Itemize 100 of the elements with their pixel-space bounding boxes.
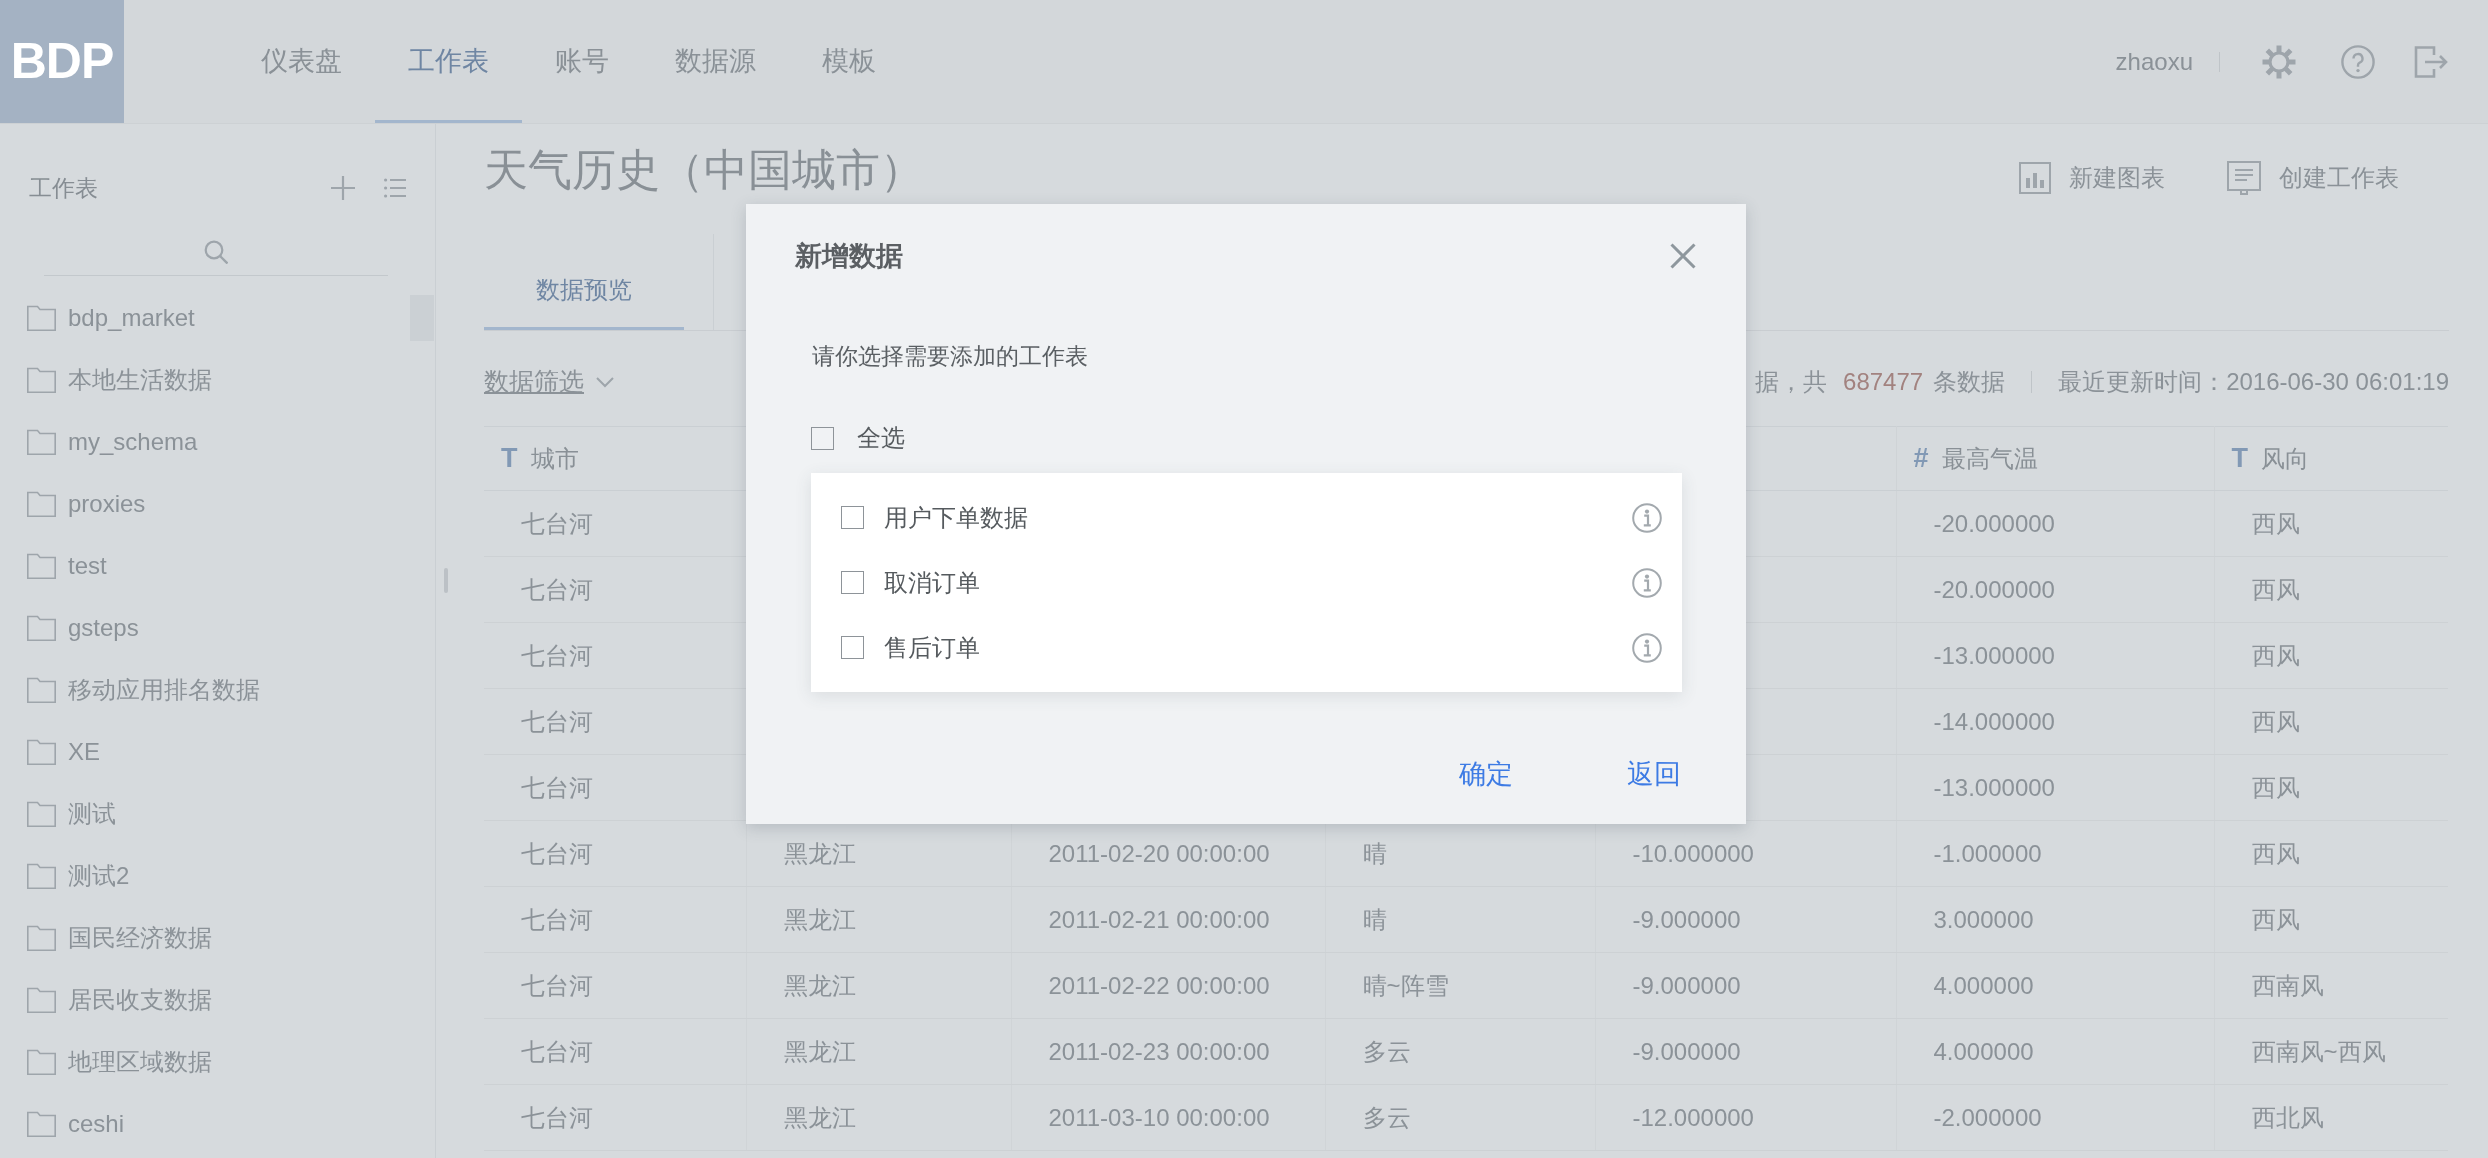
record-count-text: 据，共 <box>1755 367 1828 397</box>
nav-tab[interactable]: 工作表 <box>375 0 522 123</box>
sidebar-item[interactable]: 测试 <box>0 783 435 845</box>
table-cell: 西南风 <box>2251 971 2324 999</box>
table-cell: 2011-02-23 00:00:00 <box>1048 1037 1270 1065</box>
sidebar-item[interactable]: 移动应用排名数据 <box>0 659 435 721</box>
table-cell: 西风 <box>2251 905 2300 933</box>
nav-tab[interactable]: 模板 <box>789 0 909 123</box>
table-cell: 七台河 <box>521 971 593 999</box>
checkbox[interactable] <box>811 426 834 450</box>
help-icon[interactable] <box>2341 44 2375 79</box>
table-cell: 西风 <box>2251 575 2300 603</box>
table-cell: 2011-03-10 00:00:00 <box>1048 1103 1270 1131</box>
folder-icon <box>27 1111 56 1137</box>
table-cell: 晴~阵雪 <box>1362 971 1449 999</box>
sidebar-item[interactable]: proxies <box>0 473 435 535</box>
nav-tab[interactable]: 仪表盘 <box>228 0 375 123</box>
checkbox[interactable] <box>841 636 864 659</box>
table-cell: 西南风~西风 <box>2251 1037 2386 1065</box>
table-cell: 七台河 <box>521 1037 593 1065</box>
folder-icon <box>27 863 56 889</box>
table-cell: 2011-02-21 00:00:00 <box>1048 905 1270 933</box>
table-cell: -13.000000 <box>1933 641 2055 669</box>
sidebar-item[interactable]: test <box>0 535 435 597</box>
table-cell: -14.000000 <box>1933 707 2055 735</box>
settings-icon[interactable] <box>2262 44 2296 79</box>
table-cell: 西北风 <box>2251 1103 2324 1131</box>
column-type-icon: # <box>1913 443 1929 474</box>
sidebar-title: 工作表 <box>29 173 98 203</box>
info-icon[interactable] <box>1632 502 1662 533</box>
table-cell: -1.000000 <box>1933 839 2042 867</box>
table-cell: 2011-02-20 00:00:00 <box>1048 839 1270 867</box>
update-time-text: 最近更新时间：2016-06-30 06:01:19 <box>2058 367 2449 397</box>
user-name[interactable]: zhaoxu <box>2115 43 2193 80</box>
table-cell: 黑龙江 <box>783 1103 856 1131</box>
table-cell: -9.000000 <box>1632 971 1741 999</box>
column-type-icon: T <box>501 443 518 474</box>
sidebar-item[interactable]: gsteps <box>0 597 435 659</box>
document-icon <box>2227 161 2261 195</box>
checkbox-label: 用户下单数据 <box>884 502 1028 533</box>
checkbox[interactable] <box>841 506 864 529</box>
sidebar-item[interactable]: bdp_market <box>0 287 435 349</box>
table-cell: 西风 <box>2251 641 2300 669</box>
prompt-text: 请你选择需要添加的工作表 <box>812 342 1089 371</box>
dialog-button[interactable]: 确定 <box>1459 752 1513 796</box>
sidebar-item[interactable]: 居民收支数据 <box>0 969 435 1031</box>
folder-icon <box>27 553 56 579</box>
nav-tab[interactable]: 数据源 <box>642 0 789 123</box>
table-cell: 七台河 <box>521 641 593 669</box>
sidebar-item[interactable]: 国民经济数据 <box>0 907 435 969</box>
list-icon[interactable] <box>384 178 406 198</box>
toolbar-button[interactable]: 创建工作表 <box>2227 160 2399 196</box>
table-cell: 西风 <box>2251 707 2300 735</box>
sidebar-item[interactable]: 本地生活数据 <box>0 349 435 411</box>
folder-icon <box>27 615 56 641</box>
table-cell: -13.000000 <box>1933 773 2055 801</box>
table-cell: 黑龙江 <box>783 905 856 933</box>
nav-tab[interactable]: 账号 <box>522 0 642 123</box>
folder-icon <box>27 801 56 827</box>
table-cell: 七台河 <box>521 575 593 603</box>
sidebar-item[interactable]: my_schema <box>0 411 435 473</box>
table-cell: 2011-02-22 00:00:00 <box>1048 971 1270 999</box>
folder-icon <box>27 491 56 517</box>
table-cell: 多云 <box>1362 1103 1411 1131</box>
table-cell: -12.000000 <box>1632 1103 1754 1131</box>
folder-icon <box>27 925 56 951</box>
sidebar-item[interactable]: 测试2 <box>0 845 435 907</box>
table-cell: -9.000000 <box>1632 905 1741 933</box>
sidebar-item[interactable]: ceshi <box>0 1093 435 1155</box>
tab[interactable]: 数据预览 <box>484 278 684 330</box>
folder-icon <box>27 1049 56 1075</box>
sidebar-item[interactable]: 地理区域数据 <box>0 1031 435 1093</box>
column-header: 城市 <box>530 445 579 473</box>
info-icon[interactable] <box>1632 567 1662 598</box>
info-icon[interactable] <box>1632 632 1662 663</box>
toolbar-button[interactable]: 新建图表 <box>2019 160 2165 196</box>
sidebar-item[interactable]: XE <box>0 721 435 783</box>
checkbox[interactable] <box>841 571 864 594</box>
logo[interactable]: BDP <box>0 0 124 123</box>
close-icon[interactable] <box>1670 243 1696 269</box>
table-cell: -2.000000 <box>1933 1103 2042 1131</box>
add-icon[interactable] <box>331 176 355 200</box>
table-cell: 多云 <box>1362 1037 1411 1065</box>
table-cell: -20.000000 <box>1933 509 2055 537</box>
dialog-button[interactable]: 返回 <box>1627 752 1681 796</box>
table-cell: 3.000000 <box>1933 905 2034 933</box>
table-cell: 七台河 <box>521 1103 593 1131</box>
dialog-title: 新增数据 <box>795 240 903 273</box>
table-cell: 七台河 <box>521 509 593 537</box>
table-cell: 晴 <box>1362 839 1387 867</box>
logout-icon[interactable] <box>2414 45 2448 78</box>
filter-dropdown[interactable]: 数据筛选 <box>484 363 614 401</box>
checkbox-label: 取消订单 <box>884 567 980 598</box>
folder-icon <box>27 677 56 703</box>
table-cell: 晴 <box>1362 905 1387 933</box>
table-cell: -10.000000 <box>1632 839 1754 867</box>
table-cell: 七台河 <box>521 839 593 867</box>
table-cell: 黑龙江 <box>783 839 856 867</box>
folder-icon <box>27 305 56 331</box>
folder-icon <box>27 987 56 1013</box>
